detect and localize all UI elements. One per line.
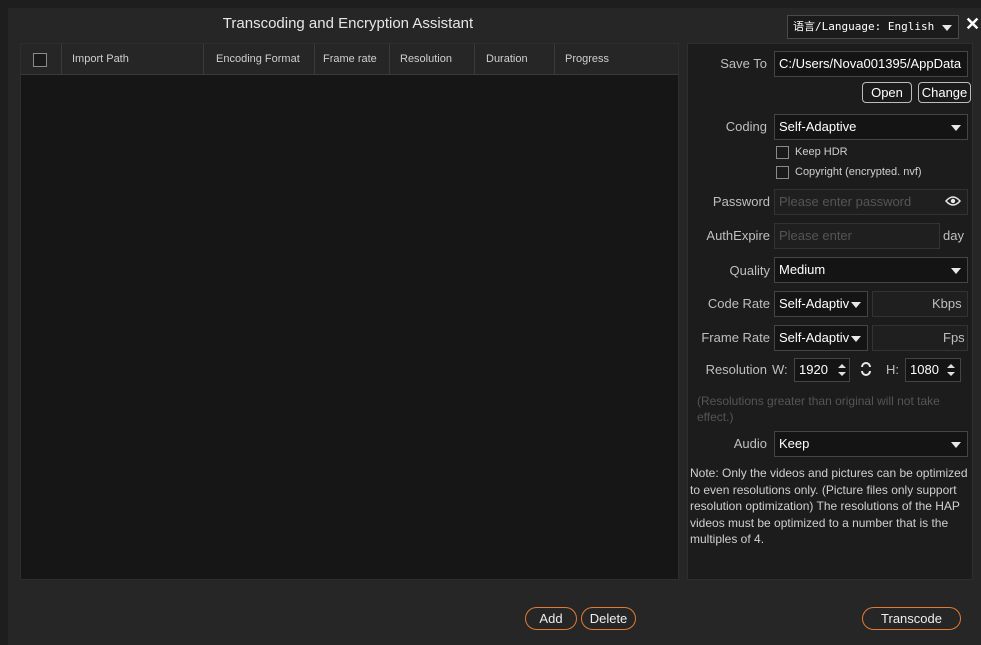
auth-expire-input[interactable]: Please enter [774,223,940,249]
delete-button[interactable]: Delete [581,607,636,630]
copyright-label: Copyright (encrypted. nvf) [795,166,922,178]
chevron-down-icon [951,268,961,274]
frame-rate-select[interactable]: Self-Adaptiv [774,325,868,351]
quality-label: Quality [729,263,770,278]
width-label: W: [772,362,788,377]
width-value: 1920 [799,362,828,377]
password-label: Password [712,194,770,209]
column-encoding-format[interactable]: Encoding Format [203,44,314,74]
auth-expire-label: AuthExpire [706,228,770,243]
optimization-note: Note: Only the videos and pictures can b… [690,466,968,546]
audio-select[interactable]: Keep [774,431,968,457]
eye-icon[interactable] [945,195,961,207]
add-button[interactable]: Add [525,607,577,630]
table-header: Import Path Encoding Format Frame rate R… [21,44,678,75]
chevron-down-icon [851,336,861,342]
frame-rate-unit: Fps [943,330,965,345]
code-rate-select[interactable]: Self-Adaptiv [774,291,868,317]
keep-hdr-label: Keep HDR [795,146,848,158]
audio-select-value: Keep [779,436,810,451]
coding-label: Coding [725,119,767,134]
height-value: 1080 [910,362,939,377]
transcode-button[interactable]: Transcode [862,607,961,630]
keep-hdr-checkbox[interactable] [776,146,789,159]
height-label: H: [886,362,899,377]
chevron-down-icon [951,125,961,131]
file-table: Import Path Encoding Format Frame rate R… [20,43,679,580]
open-button[interactable]: Open [862,82,912,103]
select-all-checkbox[interactable] [33,53,47,67]
column-resolution[interactable]: Resolution [389,44,474,74]
column-import-path[interactable]: Import Path [61,44,203,74]
language-select-value: 语言/Language: English [793,20,935,33]
chevron-down-icon [942,25,952,31]
code-rate-select-value: Self-Adaptiv [779,296,850,311]
window-title: Transcoding and Encryption Assistant [222,15,474,32]
copyright-checkbox[interactable] [776,166,789,179]
auth-expire-unit: day [943,228,964,243]
link-aspect-ratio-icon[interactable] [859,361,873,377]
column-progress[interactable]: Progress [554,44,678,74]
resolution-hint: (Resolutions greater than original will … [697,394,940,424]
change-button[interactable]: Change [918,82,971,103]
column-duration[interactable]: Duration [474,44,554,74]
save-to-path-field[interactable]: C:/Users/Nova001395/AppData [774,51,968,77]
coding-select-value: Self-Adaptive [779,119,857,134]
frame-rate-select-value: Self-Adaptiv [779,330,850,345]
coding-select[interactable]: Self-Adaptive [774,114,968,140]
height-spin-icon[interactable] [947,363,955,377]
password-input[interactable]: Please enter password [774,189,968,215]
chevron-down-icon [851,302,861,308]
quality-select-value: Medium [779,262,826,277]
audio-label: Audio [733,436,767,451]
save-to-label: Save To [720,56,767,71]
frame-rate-label: Frame Rate [701,330,770,345]
language-select[interactable]: 语言/Language: English [787,15,959,39]
width-spin-icon[interactable] [838,363,846,377]
code-rate-unit: Kbps [932,296,962,311]
quality-select[interactable]: Medium [774,257,968,283]
close-icon[interactable]: ✕ [965,14,980,34]
resolution-label: Resolution [705,362,767,377]
column-frame-rate[interactable]: Frame rate [314,44,389,74]
chevron-down-icon [951,442,961,448]
code-rate-label: Code Rate [707,296,770,311]
